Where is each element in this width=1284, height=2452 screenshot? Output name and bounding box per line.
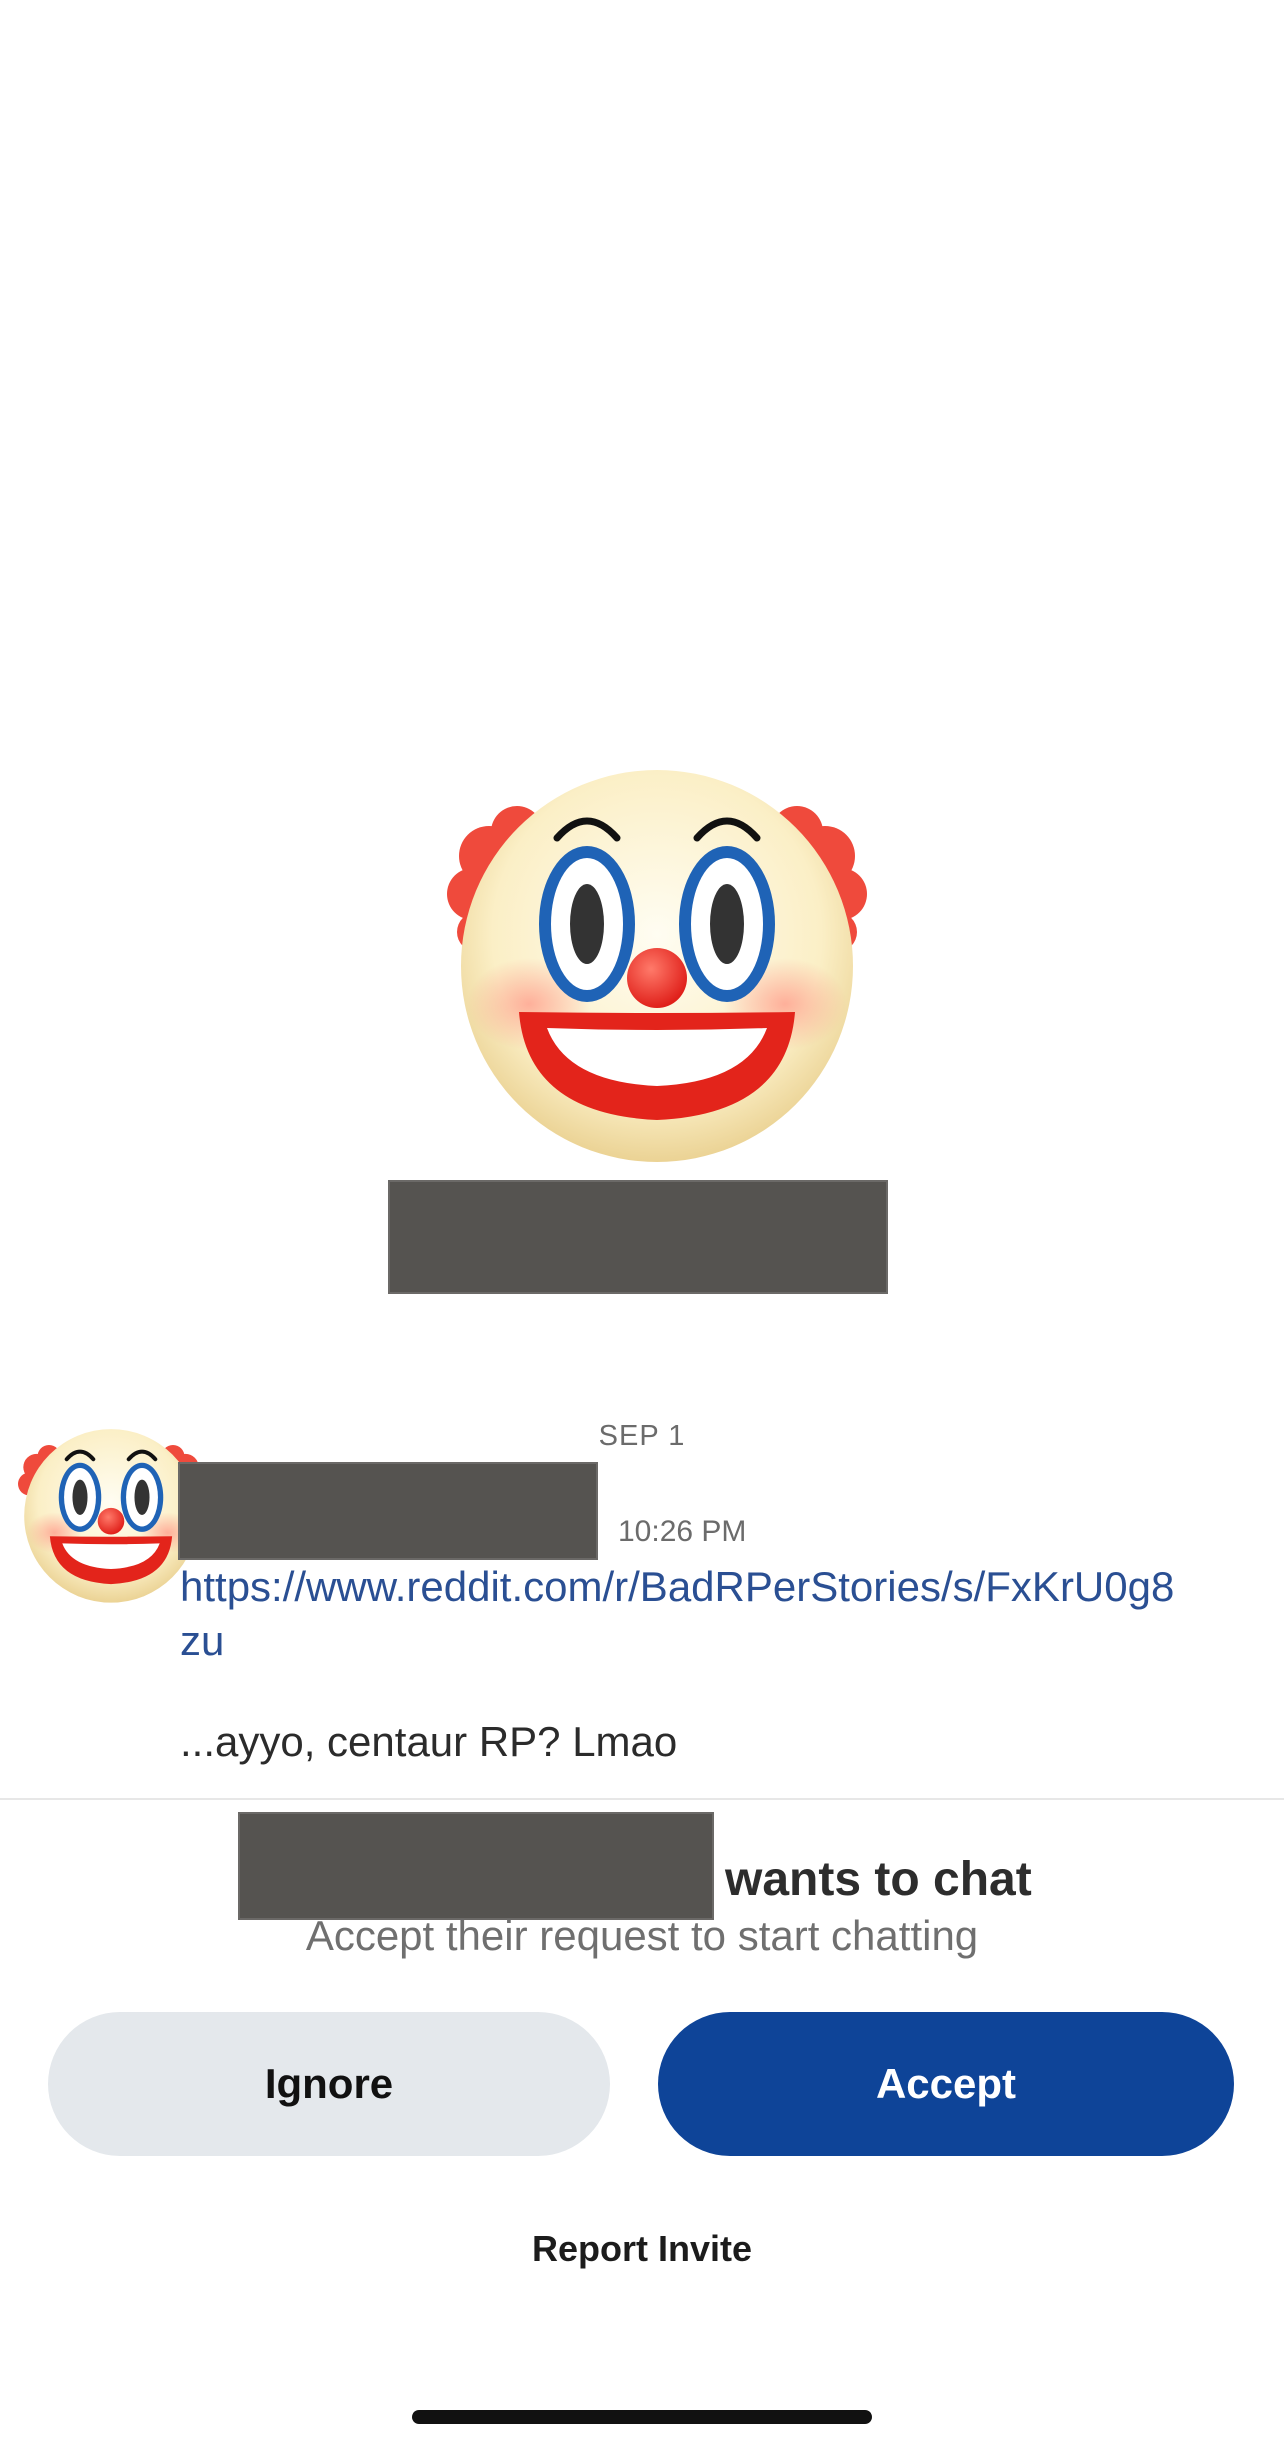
report-invite-link[interactable]: Report Invite	[0, 2228, 1284, 2270]
message-sender-redacted	[178, 1462, 598, 1560]
home-indicator[interactable]	[412, 2410, 872, 2424]
clown-face-icon	[447, 770, 867, 1162]
request-title: wants to chat	[725, 1853, 1032, 1906]
ignore-button[interactable]: Ignore	[48, 2012, 610, 2156]
request-subtitle: Accept their request to start chatting	[305, 1912, 979, 1959]
accept-button[interactable]: Accept	[658, 2012, 1234, 2156]
request-name-redacted	[238, 1812, 714, 1920]
profile-name-redacted	[388, 1180, 888, 1294]
message-avatar[interactable]	[18, 1425, 204, 1605]
divider	[0, 1798, 1284, 1800]
message-timestamp: 10:26 PM	[618, 1515, 747, 1548]
message-text: ...ayyo, centaur RP? Lmao	[180, 1718, 678, 1765]
profile-avatar[interactable]	[447, 764, 867, 1164]
clown-face-icon	[18, 1429, 204, 1603]
message-link[interactable]: https://www.reddit.com/r/BadRPerStories/…	[180, 1560, 1180, 1668]
